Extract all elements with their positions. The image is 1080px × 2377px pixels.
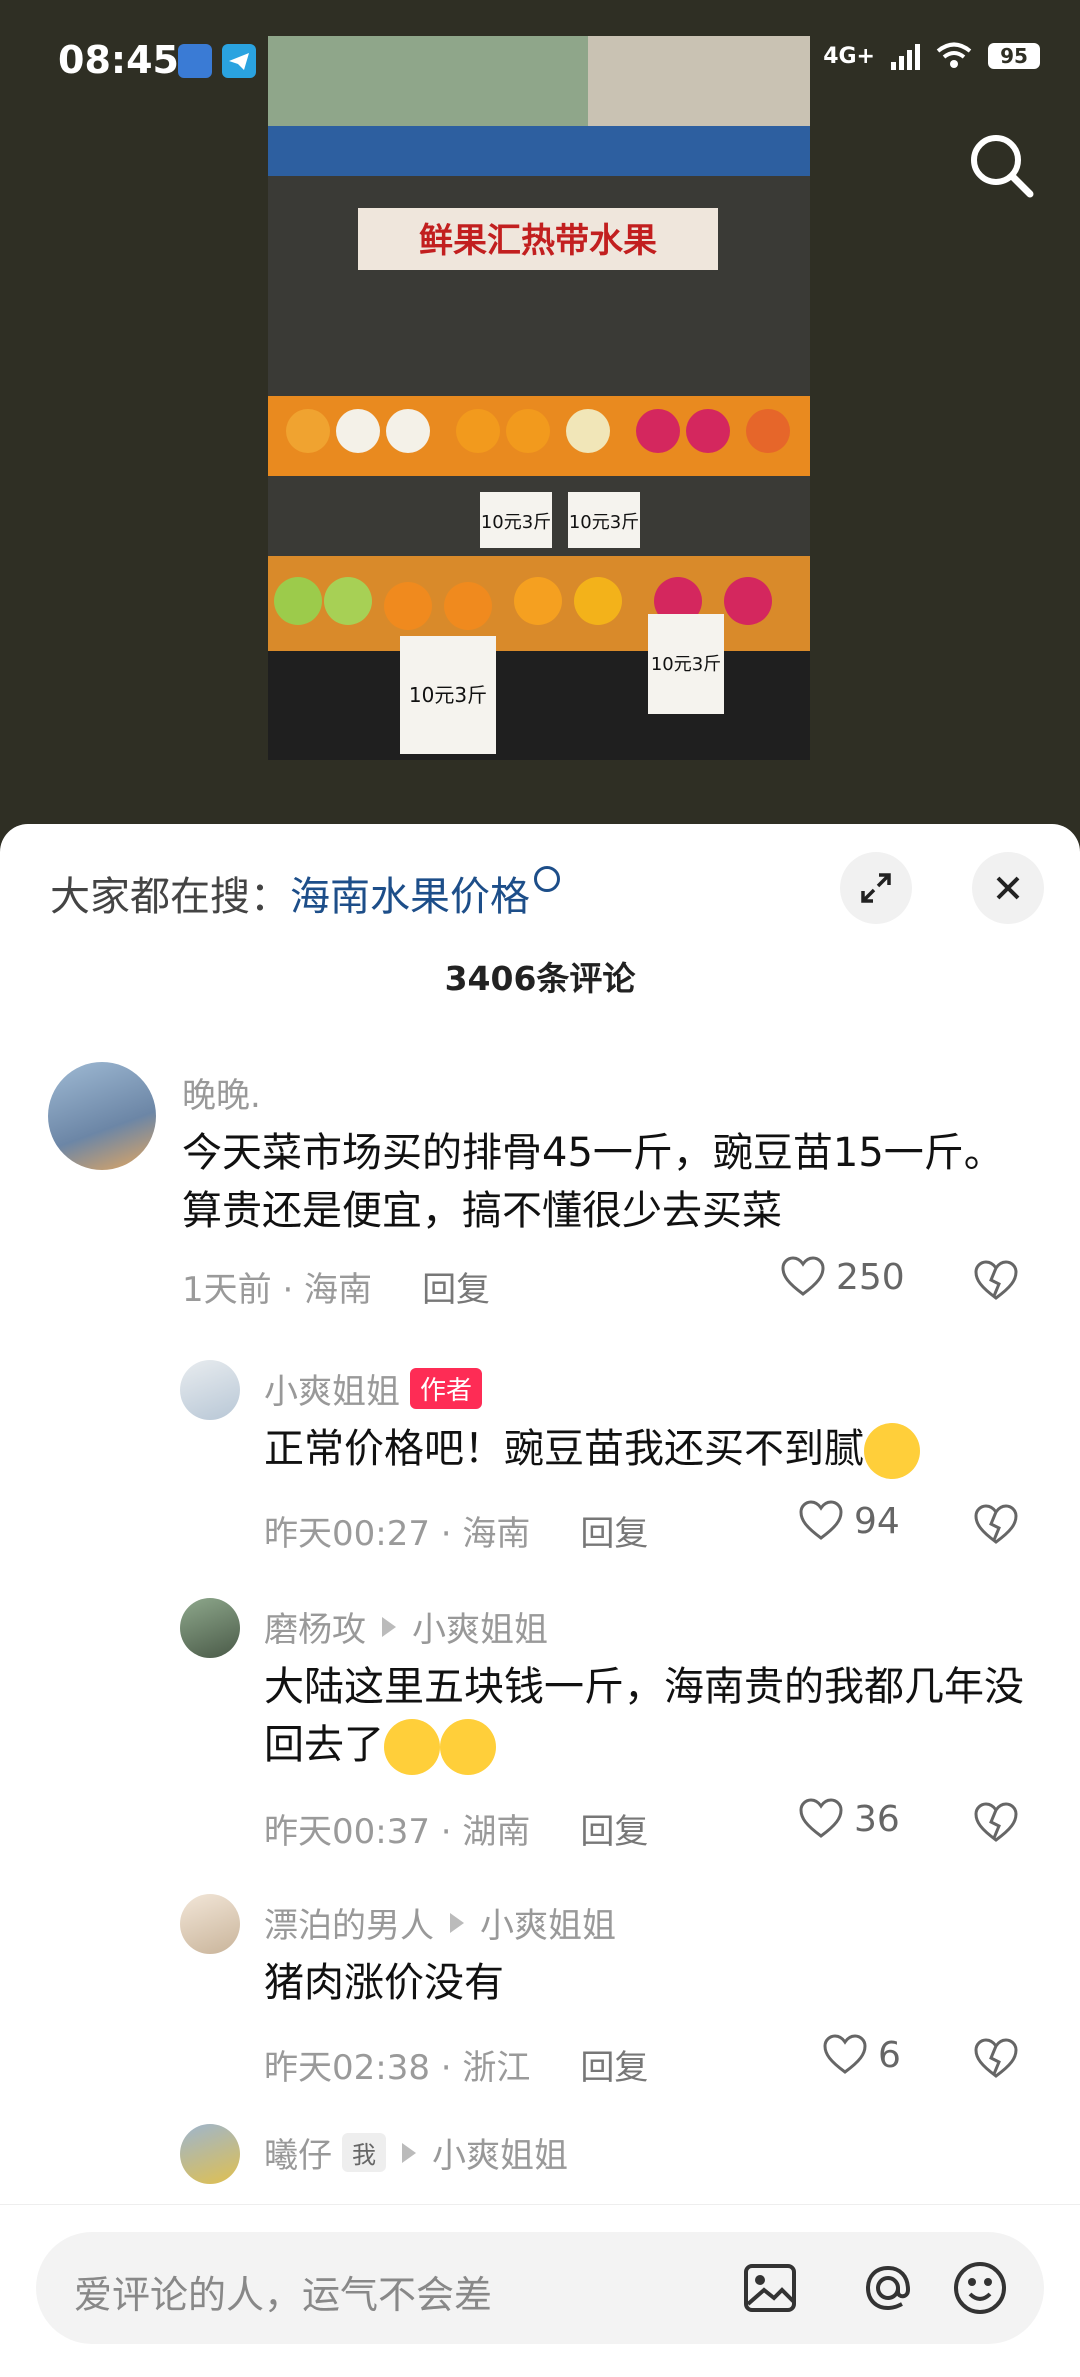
search-icon[interactable] bbox=[964, 128, 1040, 204]
network-label-2: 4G+ bbox=[823, 43, 875, 69]
signal-2-icon bbox=[891, 42, 920, 70]
comment-text: 猪肉涨价没有 bbox=[264, 1960, 504, 2006]
close-button[interactable] bbox=[972, 852, 1044, 924]
avatar[interactable] bbox=[180, 1894, 240, 1954]
hot-search[interactable]: 大家都在搜：海南水果价格 bbox=[50, 864, 560, 922]
reply-arrow-icon bbox=[402, 2142, 416, 2163]
search-mini-icon bbox=[534, 866, 560, 892]
comment-meta: 昨天02:38 · 浙江 回复 bbox=[264, 2040, 648, 2089]
reply-button[interactable]: 回复 bbox=[580, 2048, 648, 2088]
avatar[interactable] bbox=[180, 2124, 240, 2184]
heart-icon bbox=[781, 1256, 825, 1296]
reply-arrow-icon bbox=[450, 1912, 464, 1933]
avatar[interactable] bbox=[180, 1360, 240, 1420]
reply-button[interactable]: 回复 bbox=[580, 1812, 648, 1852]
comment-count: 3406条评论 bbox=[444, 959, 636, 998]
heart-icon bbox=[823, 2034, 867, 2074]
comment-sheet: 大家都在搜：海南水果价格 3406条评论 晚晚. 今天菜市场买的排骨45一斤，豌… bbox=[0, 824, 1080, 2376]
reply-button[interactable]: 回复 bbox=[422, 1270, 490, 1310]
heart-icon bbox=[799, 1798, 843, 1838]
price-tag-1: 10元3斤 bbox=[481, 512, 551, 533]
like-button[interactable]: 250 bbox=[780, 1256, 905, 1298]
like-count: 36 bbox=[854, 1798, 900, 1840]
comment-username[interactable]: 曦仔 我 小爽姐姐 bbox=[264, 2128, 568, 2177]
avatar[interactable] bbox=[180, 1598, 240, 1658]
like-button[interactable]: 36 bbox=[798, 1798, 900, 1840]
comment-meta: 昨天00:27 · 海南 回复 bbox=[264, 1506, 648, 1555]
comment-time: 昨天00:37 · 湖南 bbox=[264, 1812, 531, 1852]
comment-text: 正常价格吧！豌豆苗我还买不到腻 bbox=[264, 1420, 1044, 1479]
like-button[interactable]: 94 bbox=[798, 1500, 900, 1542]
expand-button[interactable] bbox=[840, 852, 912, 924]
app-notification-icon bbox=[178, 44, 212, 78]
status-time: 08:45 bbox=[58, 38, 179, 82]
hot-search-prefix: 大家都在搜： bbox=[50, 874, 290, 920]
reply-to-user[interactable]: 小爽姐姐 bbox=[412, 1602, 548, 1651]
comment-time: 1天前 · 海南 bbox=[182, 1270, 373, 1310]
like-button[interactable]: 6 bbox=[822, 2034, 901, 2076]
comment-input-placeholder: 爱评论的人，运气不会差 bbox=[74, 2273, 493, 2317]
heart-icon bbox=[799, 1500, 843, 1540]
mention-icon[interactable] bbox=[858, 2258, 918, 2318]
telegram-icon bbox=[222, 44, 256, 78]
pleading-emoji-icon bbox=[864, 1423, 920, 1479]
comment-time: 昨天02:38 · 浙江 bbox=[264, 2048, 531, 2088]
dislike-icon[interactable] bbox=[972, 1258, 1020, 1302]
like-count: 94 bbox=[854, 1500, 900, 1542]
avatar[interactable] bbox=[48, 1062, 156, 1170]
comment-username[interactable]: 晚晚. bbox=[182, 1068, 261, 1117]
reply-arrow-icon bbox=[382, 1616, 396, 1637]
comment-meta: 昨天00:37 · 湖南 回复 bbox=[264, 1804, 648, 1853]
reply-button[interactable]: 回复 bbox=[580, 1514, 648, 1554]
expand-icon bbox=[861, 873, 891, 903]
comment-meta: 1天前 · 海南 回复 bbox=[182, 1262, 490, 1311]
price-tag-3: 10元3斤 bbox=[409, 683, 487, 707]
battery-icon: 95 bbox=[988, 43, 1040, 69]
comment-input[interactable]: 爱评论的人，运气不会差 bbox=[36, 2232, 1044, 2344]
comment-username[interactable]: 漂泊的男人 小爽姐姐 bbox=[264, 1898, 616, 1947]
shop-sign: 鲜果汇热带水果 bbox=[419, 221, 657, 261]
me-badge: 我 bbox=[342, 2133, 386, 2172]
emoji-icon[interactable] bbox=[950, 2258, 1010, 2318]
price-tag-4: 10元3斤 bbox=[651, 654, 721, 675]
reply-to-user[interactable]: 小爽姐姐 bbox=[480, 1898, 616, 1947]
dislike-icon[interactable] bbox=[972, 1502, 1020, 1546]
reply-to-user[interactable]: 小爽姐姐 bbox=[432, 2128, 568, 2177]
like-count: 250 bbox=[836, 1256, 905, 1298]
comment-username[interactable]: 磨杨攻 小爽姐姐 bbox=[264, 1602, 548, 1651]
author-badge: 作者 bbox=[410, 1368, 483, 1409]
dislike-icon[interactable] bbox=[972, 1800, 1020, 1844]
post-photo[interactable]: 鲜果汇热带水果 10元3斤 10元3斤 10元3斤 10元3斤 bbox=[268, 36, 810, 760]
dislike-icon[interactable] bbox=[972, 2036, 1020, 2080]
image-icon[interactable] bbox=[740, 2258, 800, 2318]
wifi-icon bbox=[936, 42, 972, 68]
hot-search-keyword[interactable]: 海南水果价格 bbox=[290, 874, 530, 920]
crying-emoji-icon bbox=[384, 1719, 440, 1775]
crying-emoji-icon bbox=[440, 1719, 496, 1775]
comment-time: 昨天00:27 · 海南 bbox=[264, 1514, 531, 1554]
like-count: 6 bbox=[878, 2034, 901, 2076]
comment-text: 今天菜市场买的排骨45一斤，豌豆苗15一斤。算贵还是便宜，搞不懂很少去买菜 bbox=[182, 1130, 1004, 1234]
price-tag-2: 10元3斤 bbox=[569, 512, 639, 533]
comment-text: 大陆这里五块钱一斤，海南贵的我都几年没回去了 bbox=[264, 1658, 1044, 1775]
comment-username[interactable]: 小爽姐姐 作者 bbox=[264, 1364, 483, 1413]
close-icon bbox=[996, 876, 1020, 900]
